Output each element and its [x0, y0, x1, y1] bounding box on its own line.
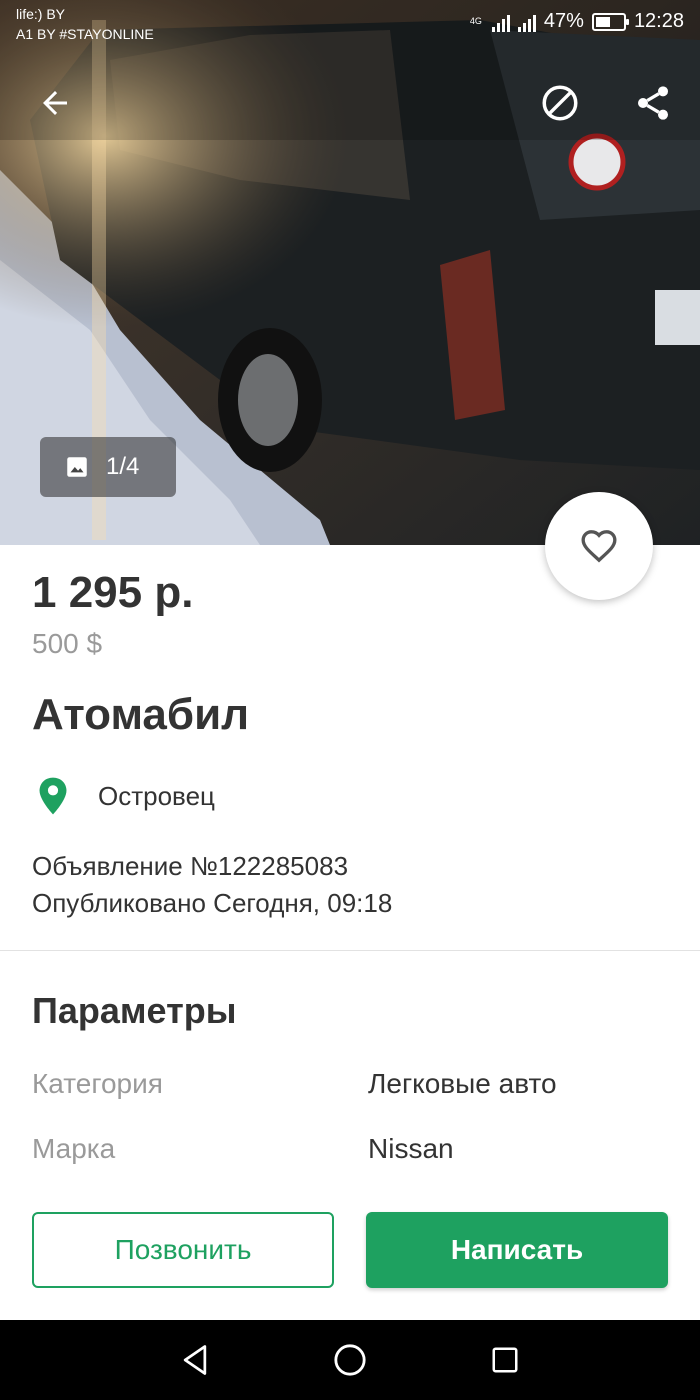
nav-back-icon [183, 1345, 207, 1375]
back-button[interactable] [30, 78, 80, 128]
clock: 12:28 [633, 10, 684, 32]
share-icon [638, 86, 668, 120]
param-key: Категория [32, 1068, 163, 1099]
carrier-line-1: life:) BY [16, 6, 66, 22]
system-nav-bar [0, 1320, 700, 1400]
carrier-info: life:) BY A1 BY #STAYONLINE [16, 4, 154, 44]
block-icon [542, 85, 578, 121]
status-indicators: 4G 47% 12:28 [470, 10, 684, 33]
nav-recent-button[interactable] [485, 1340, 525, 1380]
nav-home-button[interactable] [330, 1340, 370, 1380]
heart-icon [581, 530, 617, 563]
write-button[interactable]: Написать [366, 1212, 668, 1288]
params-heading: Параметры [32, 990, 237, 1031]
ad-number: Объявление №122285083 [32, 851, 349, 881]
photo-counter-label: 1/4 [106, 453, 140, 480]
param-key: Марка [32, 1133, 116, 1164]
share-button[interactable] [628, 78, 678, 128]
back-arrow-icon [43, 91, 67, 115]
published-date: Опубликовано Сегодня, 09:18 [32, 888, 393, 918]
battery-icon [591, 12, 629, 31]
listing-meta: Объявление №122285083 Опубликовано Сегод… [32, 848, 392, 922]
listing-title: Атомабил [32, 690, 250, 739]
status-bar: life:) BY A1 BY #STAYONLINE 4G 47% 12:28 [0, 0, 700, 50]
param-value: Nissan [368, 1133, 454, 1164]
divider [0, 950, 700, 951]
signal-icon-2 [517, 12, 536, 32]
image-icon [67, 457, 87, 477]
battery-percent: 47% [543, 10, 584, 32]
listing-photo[interactable]: life:) BY A1 BY #STAYONLINE 4G 47% 12:28 [0, 0, 700, 545]
location-pin-icon [39, 777, 67, 815]
network-type: 4G [469, 16, 482, 26]
favorite-button[interactable] [545, 492, 653, 600]
carrier-line-2: A1 BY #STAYONLINE [16, 26, 154, 42]
param-value: Легковые авто [368, 1068, 557, 1099]
call-button[interactable]: Позвонить [32, 1212, 334, 1288]
signal-icon [491, 12, 510, 32]
nav-home-icon [334, 1344, 366, 1376]
block-button[interactable] [535, 78, 585, 128]
price-usd: 500 $ [32, 628, 103, 659]
nav-recent-icon [492, 1347, 518, 1373]
photo-counter[interactable]: 1/4 [40, 437, 176, 497]
location-label: Островец [98, 780, 215, 811]
nav-back-button[interactable] [175, 1340, 215, 1380]
price: 1 295 р. [32, 568, 194, 617]
location[interactable]: Островец [36, 776, 215, 816]
